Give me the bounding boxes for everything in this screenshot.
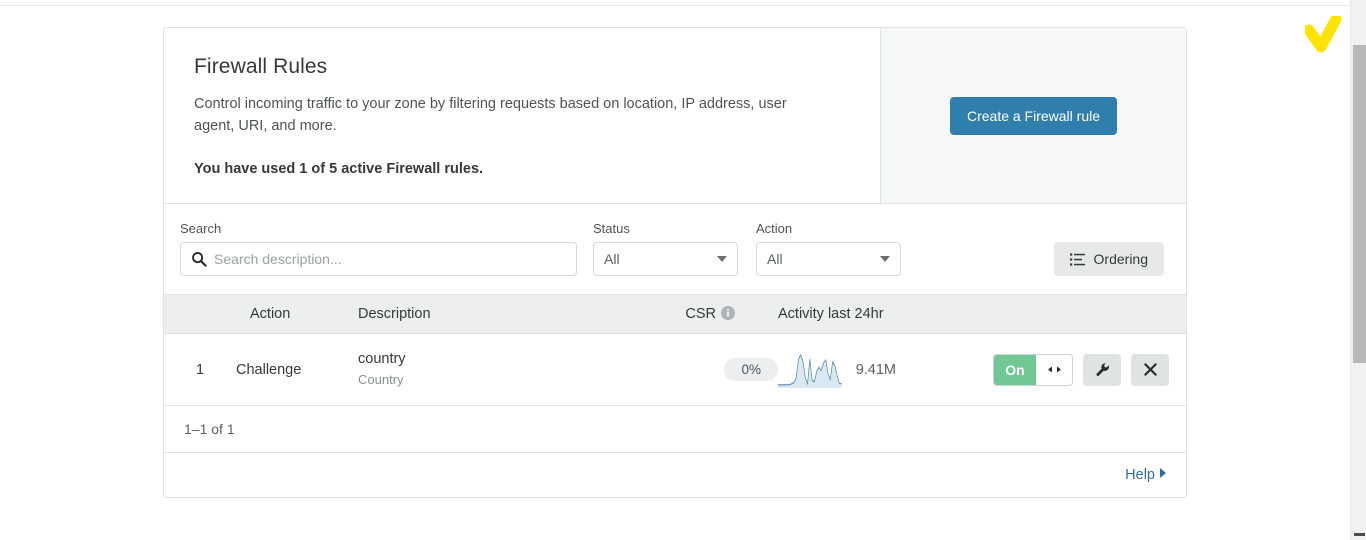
- table-row: 1 Challenge country Country 0% 9.41M On: [164, 334, 1186, 406]
- row-description: country: [358, 351, 406, 367]
- delete-rule-button[interactable]: [1131, 353, 1169, 386]
- status-select-wrap: All: [593, 242, 738, 276]
- row-number: 1: [195, 361, 205, 378]
- row-controls-cell: On: [896, 334, 1186, 406]
- row-action: Challenge: [236, 361, 302, 378]
- status-label: Status: [593, 221, 630, 236]
- row-controls: On: [896, 353, 1186, 386]
- col-header-number: [164, 295, 236, 334]
- search-label: Search: [180, 221, 222, 236]
- action-select-value: All: [767, 251, 783, 267]
- list-ordering-icon: [1069, 252, 1085, 266]
- vertical-scrollbar[interactable]: [1350, 0, 1366, 540]
- col-header-activity: Activity last 24hr: [778, 306, 884, 322]
- yellow-checkmark-annotation: [1305, 16, 1342, 53]
- rule-enable-toggle[interactable]: On: [993, 353, 1073, 386]
- action-label: Action: [756, 221, 793, 236]
- csr-badge: 0%: [724, 358, 778, 381]
- table-head: Action Description CSR Activity last 24h…: [164, 294, 1186, 334]
- search-input-wrap: [180, 242, 577, 276]
- wrench-icon: [1095, 363, 1109, 376]
- col-header-controls: [896, 295, 1186, 334]
- quota-text: You have used 1 of 5 active Firewall rul…: [194, 161, 484, 177]
- help-link-label: Help: [1125, 467, 1155, 483]
- toggle-handle[interactable]: [1036, 354, 1072, 385]
- edit-rule-button[interactable]: [1083, 353, 1121, 386]
- hero-text-column: Firewall Rules Control incoming traffic …: [164, 28, 880, 203]
- pagination-range: 1–1 of 1: [164, 406, 1186, 453]
- info-icon[interactable]: [721, 306, 735, 320]
- ordering-button-label: Ordering: [1093, 251, 1148, 267]
- left-right-arrows-icon: [1047, 366, 1061, 373]
- scrollbar-bottom-marker: [1354, 533, 1365, 536]
- firewall-rules-table: Action Description CSR Activity last 24h…: [164, 294, 1186, 406]
- action-field-group: Action All: [756, 221, 901, 276]
- close-x-icon: [1143, 363, 1157, 376]
- page-viewport: Firewall Rules Control incoming traffic …: [0, 0, 1366, 540]
- col-header-csr-label: CSR: [685, 306, 716, 322]
- create-firewall-rule-button[interactable]: Create a Firewall rule: [949, 96, 1118, 135]
- status-select[interactable]: All: [593, 242, 738, 276]
- toggle-state-label: On: [994, 354, 1036, 385]
- row-activity-cell: 9.41M: [778, 334, 896, 406]
- help-link[interactable]: Help: [1125, 467, 1166, 483]
- table-header-row: Action Description CSR Activity last 24h…: [164, 294, 1186, 334]
- action-select-wrap: All: [756, 242, 901, 276]
- col-header-csr: CSR: [668, 295, 778, 334]
- activity-sparkline-chart: [778, 353, 842, 388]
- caret-right-icon: [1160, 468, 1166, 478]
- hero-action-panel: Create a Firewall rule: [880, 28, 1186, 203]
- ordering-button[interactable]: Ordering: [1053, 242, 1164, 276]
- search-input[interactable]: [180, 242, 577, 276]
- card-footer: Help: [164, 453, 1186, 497]
- row-csr-cell: 0%: [668, 334, 778, 406]
- col-header-description: Description: [358, 306, 431, 322]
- status-select-value: All: [604, 251, 620, 267]
- activity-sparkline-group: 9.41M: [778, 352, 896, 388]
- table-body: 1 Challenge country Country 0% 9.41M On: [164, 334, 1186, 406]
- hero-section: Firewall Rules Control incoming traffic …: [164, 28, 1186, 204]
- filter-bar: Search Status All: [164, 204, 1186, 294]
- firewall-rules-card: Firewall Rules Control incoming traffic …: [163, 27, 1187, 498]
- activity-total-value: 9.41M: [855, 361, 896, 378]
- search-field-group: Search: [180, 221, 577, 276]
- page-top-divider: [0, 5, 1350, 6]
- action-select[interactable]: All: [756, 242, 901, 276]
- row-description-subtitle: Country: [358, 372, 404, 387]
- scrollbar-thumb[interactable]: [1353, 45, 1366, 363]
- page-title: Firewall Rules: [194, 55, 328, 78]
- row-description-cell: country Country: [358, 334, 668, 406]
- status-field-group: Status All: [593, 221, 738, 276]
- col-header-action: Action: [250, 306, 291, 322]
- page-description: Control incoming traffic to your zone by…: [194, 96, 787, 134]
